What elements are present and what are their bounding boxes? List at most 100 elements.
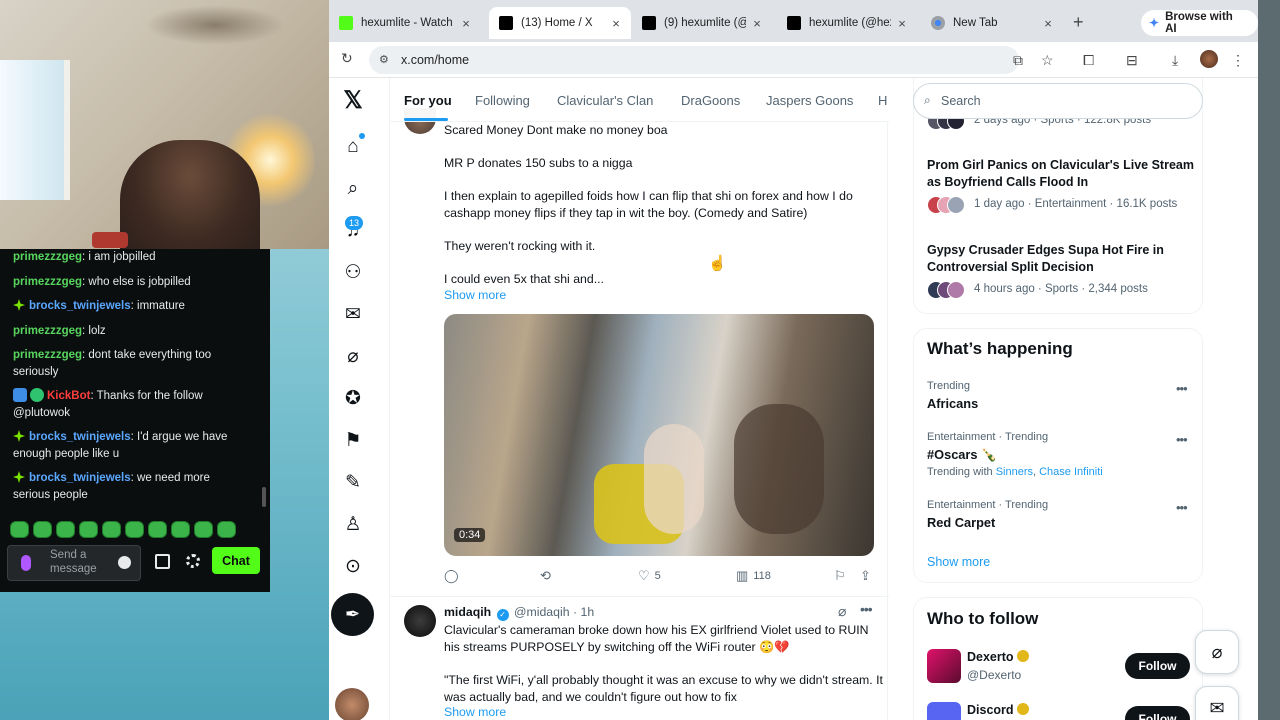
post-video[interactable]: 0:34 <box>444 314 874 556</box>
browser-tab[interactable]: (13) Home / X × <box>489 7 631 39</box>
post-author-avatar[interactable] <box>404 605 436 637</box>
store-icon[interactable] <box>155 554 170 569</box>
more-circle-icon[interactable]: ⊙ <box>342 556 364 578</box>
settings-gear-icon[interactable] <box>186 554 200 568</box>
trend-more-icon[interactable]: ••• <box>1176 381 1188 396</box>
browser-profile-avatar[interactable] <box>1200 50 1218 68</box>
browser-tab[interactable]: hexumlite - Watch × <box>329 7 481 39</box>
tab-following[interactable]: Following <box>475 93 530 108</box>
articles-icon[interactable]: ✎ <box>342 472 364 494</box>
chat-username[interactable]: primezzzgeg <box>13 251 82 263</box>
extensions-icon[interactable]: ⧠ <box>1083 52 1094 69</box>
news-title[interactable]: Gypsy Crusader Edges Supa Hot Fire in Co… <box>927 242 1195 276</box>
trend-topic[interactable]: #Oscars 🍾 <box>927 447 997 463</box>
chat-username[interactable]: primezzzgeg <box>13 276 82 288</box>
repost-button[interactable]: ⟲ <box>540 568 556 584</box>
account-name[interactable]: Dexerto <box>967 650 1029 664</box>
reply-button[interactable]: ◯ <box>444 568 464 584</box>
trend-topic[interactable]: Africans <box>927 396 978 411</box>
bookmarks-icon[interactable]: ⚑ <box>342 430 364 452</box>
grok-float-button[interactable]: ⌀ <box>1195 630 1239 674</box>
emote-icon[interactable] <box>148 521 167 538</box>
install-app-icon[interactable]: ⧉ <box>1013 52 1023 69</box>
x-logo-icon[interactable]: 𝕏 <box>342 89 364 113</box>
emote-icon[interactable] <box>194 521 213 538</box>
tab-close-icon[interactable]: × <box>897 16 907 31</box>
chat-username[interactable]: primezzzgeg <box>13 325 82 337</box>
chat-username[interactable]: KickBot <box>47 390 90 402</box>
grok-icon[interactable]: ⌀ <box>342 346 364 368</box>
trending-with-link[interactable]: Chase Infiniti <box>1039 466 1103 478</box>
emote-icon[interactable] <box>171 521 190 538</box>
chat-username[interactable]: primezzzgeg <box>13 349 82 361</box>
download-icon[interactable]: ⤓ <box>1172 52 1178 69</box>
account-avatar[interactable] <box>335 688 369 720</box>
show-more-link[interactable]: Show more <box>444 288 506 302</box>
tab-close-icon[interactable]: × <box>611 16 621 31</box>
new-tab-button[interactable]: + <box>1073 12 1084 33</box>
chat-send-button[interactable]: Chat <box>212 547 260 574</box>
search-input[interactable]: ⌕ Search <box>913 83 1203 119</box>
account-avatar[interactable] <box>927 702 961 720</box>
microphone-icon[interactable] <box>21 555 31 571</box>
more-options-icon[interactable]: ••• <box>860 601 873 617</box>
emote-icon[interactable] <box>217 521 236 538</box>
emote-icon[interactable] <box>33 521 52 538</box>
follow-button[interactable]: Follow <box>1125 653 1190 679</box>
chat-username[interactable]: brocks_twinjewels <box>29 431 131 443</box>
chat-scrollbar[interactable] <box>262 487 266 507</box>
messages-envelope-icon[interactable]: ✉ <box>342 304 364 326</box>
browser-menu-icon[interactable]: ⋮ <box>1231 52 1245 69</box>
tab-clavicular-clan[interactable]: Clavicular's Clan <box>557 93 653 108</box>
tab-jaspers-goons[interactable]: Jaspers Goons <box>766 93 853 108</box>
grok-explain-icon[interactable]: ⌀ <box>838 603 846 620</box>
trend-more-icon[interactable]: ••• <box>1176 500 1188 515</box>
post-author-handle[interactable]: @midaqih <box>514 605 570 619</box>
browser-tab[interactable]: (9) hexumlite (@h × <box>632 7 772 39</box>
follow-people-icon[interactable]: ⚇ <box>342 262 364 284</box>
address-bar[interactable]: ⚙ x.com/home <box>369 46 1019 74</box>
explore-search-icon[interactable]: ⌕ <box>342 178 364 200</box>
tab-h[interactable]: H <box>878 93 887 108</box>
chat-username[interactable]: brocks_twinjewels <box>29 300 131 312</box>
tab-close-icon[interactable]: × <box>752 16 762 31</box>
site-info-icon[interactable]: ⚙ <box>379 53 389 66</box>
account-avatar[interactable] <box>927 649 961 683</box>
reload-icon[interactable]: ↻ <box>341 50 353 67</box>
trending-with-link[interactable]: Sinners <box>996 466 1033 478</box>
show-more-trends-link[interactable]: Show more <box>927 555 990 569</box>
follow-button[interactable]: Follow <box>1125 706 1190 720</box>
verified-orgs-icon[interactable]: ✪ <box>342 388 364 410</box>
trend-topic[interactable]: Red Carpet <box>927 515 995 530</box>
bookmark-star-icon[interactable]: ☆ <box>1041 52 1054 69</box>
browser-tab[interactable]: hexumlite (@hexu × <box>777 7 917 39</box>
tab-close-icon[interactable]: × <box>1043 16 1053 31</box>
tab-dragoons[interactable]: DraGoons <box>681 93 740 108</box>
post[interactable]: midaqih ✓ @midaqih · 1h ⌀ ••• Clavicular… <box>390 597 889 720</box>
post-time[interactable]: 1h <box>580 605 594 619</box>
bookmark-button[interactable]: ⚐ <box>834 568 851 584</box>
news-title[interactable]: Prom Girl Panics on Clavicular's Live St… <box>927 157 1195 191</box>
tab-close-icon[interactable]: × <box>461 16 471 31</box>
browse-with-ai-button[interactable]: ✦ Browse with AI <box>1141 10 1258 36</box>
home-icon[interactable]: ⌂ <box>342 136 364 158</box>
post-author-name[interactable]: midaqih <box>444 605 491 619</box>
messages-float-button[interactable]: ✉ <box>1195 686 1239 720</box>
emote-icon[interactable] <box>56 521 75 538</box>
tab-for-you[interactable]: For you <box>404 93 452 108</box>
chat-message-input[interactable]: Send a message <box>7 545 141 581</box>
profile-person-icon[interactable]: ♙ <box>342 514 364 536</box>
browser-tab[interactable]: New Tab × <box>921 7 1063 39</box>
compose-post-button[interactable]: ✒ <box>331 593 374 636</box>
share-button[interactable]: ⇪ <box>860 568 876 584</box>
trend-more-icon[interactable]: ••• <box>1176 432 1188 447</box>
like-button[interactable]: ♡ 5 <box>638 568 661 584</box>
show-more-link[interactable]: Show more <box>444 705 506 719</box>
emote-icon[interactable] <box>125 521 144 538</box>
account-name[interactable]: Discord <box>967 703 1029 717</box>
cast-icon[interactable]: ⊟ <box>1126 52 1138 69</box>
emote-icon[interactable] <box>102 521 121 538</box>
emoji-icon[interactable] <box>118 556 131 569</box>
emote-icon[interactable] <box>10 521 29 538</box>
post[interactable]: Scared Money Dont make no money boa MR P… <box>390 108 889 597</box>
